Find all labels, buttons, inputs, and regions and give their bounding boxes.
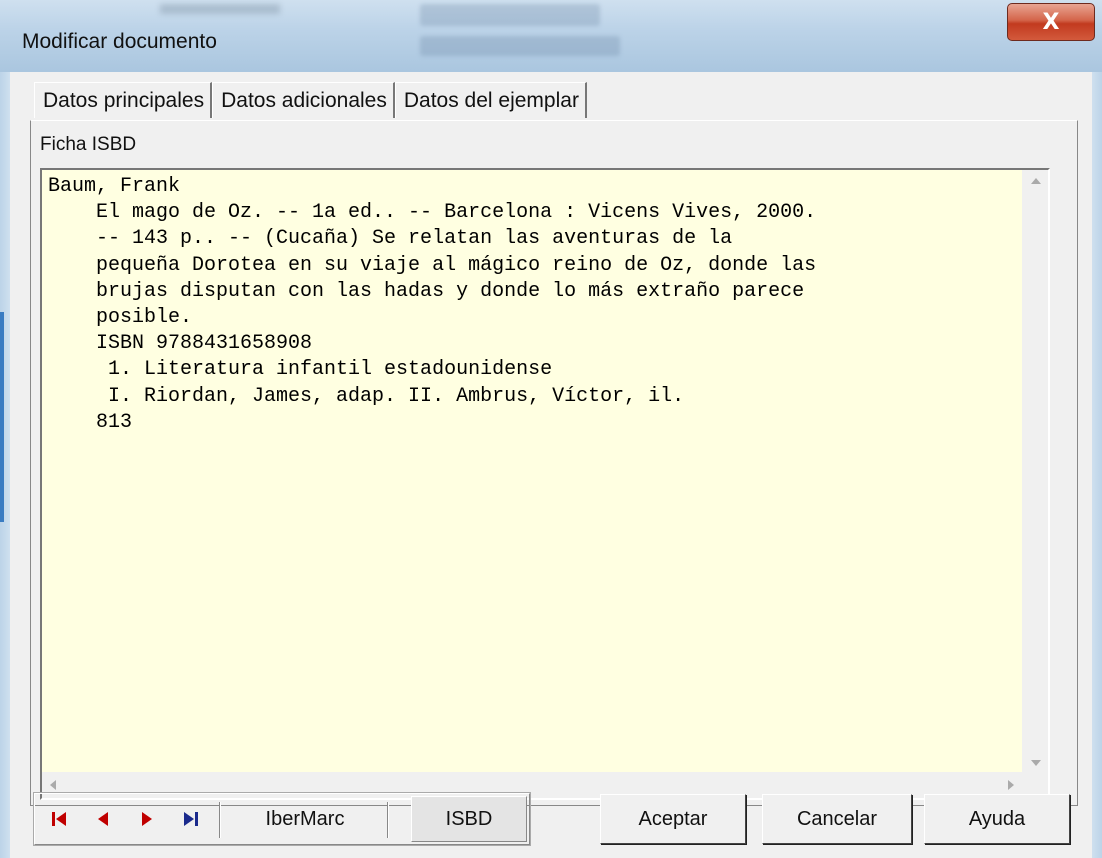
tab-strip: Datos principales Datos adicionales Dato… (34, 82, 587, 120)
dialog-window: Modificar documento X Datos principales … (0, 0, 1102, 858)
background-blur (160, 4, 280, 14)
cancel-button[interactable]: Cancelar (762, 794, 912, 844)
window-title: Modificar documento (22, 30, 217, 53)
scroll-up-icon[interactable] (1031, 178, 1041, 184)
scroll-right-icon[interactable] (1008, 780, 1014, 790)
scroll-down-icon[interactable] (1031, 760, 1041, 766)
navigation-group: IberMarc ISBD (34, 793, 530, 845)
vertical-scrollbar[interactable] (1022, 170, 1048, 774)
scroll-left-icon[interactable] (50, 780, 56, 790)
window-frame-left (0, 72, 10, 858)
window-frame-right (1092, 72, 1102, 858)
help-button[interactable]: Ayuda (924, 794, 1070, 844)
tab-datos-principales[interactable]: Datos principales (34, 82, 213, 118)
previous-record-button[interactable] (85, 794, 121, 844)
first-record-icon (52, 812, 66, 826)
accept-button[interactable]: Aceptar (600, 794, 746, 844)
nav-separator (219, 802, 221, 838)
isbd-textarea[interactable]: Baum, Frank El mago de Oz. -- 1a ed.. --… (40, 168, 1050, 800)
background-blur (420, 36, 620, 56)
ibermarc-button[interactable]: IberMarc (225, 794, 385, 844)
close-icon: X (1042, 9, 1060, 35)
dialog-client-area: Datos principales Datos adicionales Dato… (10, 72, 1092, 858)
first-record-button[interactable] (41, 794, 77, 844)
close-button[interactable]: X (1007, 3, 1095, 41)
background-blur (420, 4, 600, 26)
next-record-button[interactable] (129, 794, 165, 844)
isbd-record-text[interactable]: Baum, Frank El mago de Oz. -- 1a ed.. --… (48, 174, 1008, 754)
next-record-icon (142, 812, 152, 826)
isbd-button[interactable]: ISBD (411, 796, 527, 842)
last-record-icon (184, 812, 198, 826)
title-bar: Modificar documento X (0, 0, 1102, 72)
previous-record-icon (98, 812, 108, 826)
tab-datos-adicionales[interactable]: Datos adicionales (212, 82, 395, 118)
ficha-isbd-label: Ficha ISBD (40, 134, 137, 155)
nav-separator (387, 802, 389, 838)
tab-datos-del-ejemplar[interactable]: Datos del ejemplar (394, 82, 587, 118)
last-record-button[interactable] (173, 794, 209, 844)
